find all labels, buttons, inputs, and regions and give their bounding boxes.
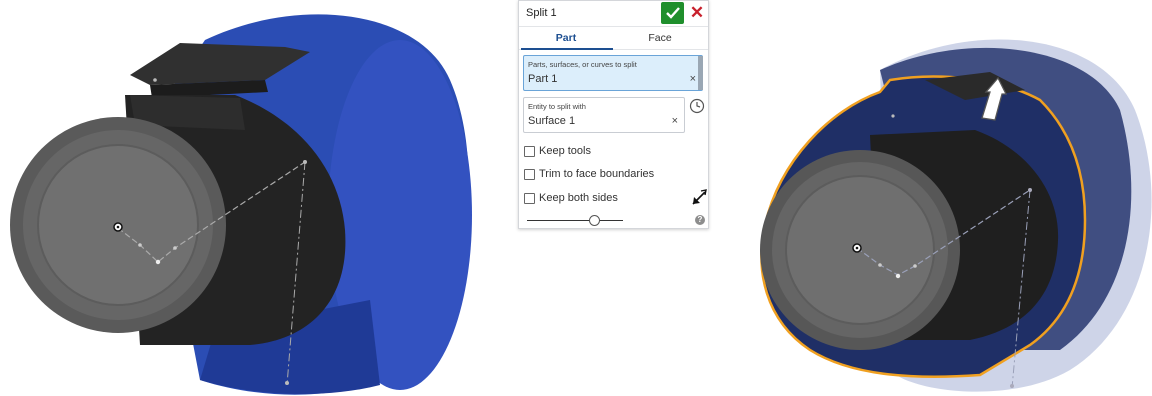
entity-to-split-with-label: Entity to split with	[528, 102, 586, 111]
keep-both-sides-checkbox[interactable]: Keep both sides	[524, 191, 618, 205]
split-feature-dialog: Split 1 ✕ Part Face Parts, surfaces, or …	[518, 0, 709, 229]
tab-part[interactable]: Part	[519, 32, 613, 44]
keep-tools-label: Keep tools	[539, 145, 591, 157]
active-tab-indicator	[521, 48, 613, 50]
parts-to-split-label: Parts, surfaces, or curves to split	[528, 60, 637, 69]
checkbox-box[interactable]	[524, 168, 535, 180]
trim-to-face-boundaries-label: Trim to face boundaries	[539, 168, 655, 180]
checkmark-icon	[665, 7, 680, 19]
keep-tools-checkbox[interactable]: Keep tools	[524, 144, 591, 158]
keep-both-sides-label: Keep both sides	[539, 192, 618, 204]
cancel-button[interactable]: ✕	[687, 2, 707, 24]
model-before-split	[10, 14, 472, 395]
parts-to-split-value: Part 1	[528, 73, 558, 85]
checkbox-box[interactable]	[524, 192, 535, 204]
accept-button[interactable]	[661, 2, 684, 24]
viewport-before-split[interactable]	[0, 0, 500, 396]
tab-face[interactable]: Face	[613, 32, 707, 44]
clear-entity-button[interactable]: ×	[672, 115, 678, 127]
parts-to-split-field[interactable]: Parts, surfaces, or curves to split Part…	[523, 55, 703, 91]
history-icon[interactable]	[689, 98, 705, 114]
model-after-split	[760, 39, 1152, 392]
flip-direction-icon[interactable]	[690, 188, 708, 206]
checkbox-box[interactable]	[524, 145, 535, 157]
close-icon: ✕	[689, 3, 705, 22]
field-scrollbar[interactable]	[698, 56, 703, 90]
trim-to-face-boundaries-checkbox[interactable]: Trim to face boundaries	[524, 167, 654, 181]
entity-to-split-with-value: Surface 1	[528, 115, 576, 127]
preview-slider-track[interactable]	[527, 220, 623, 221]
viewport-after-split[interactable]	[740, 0, 1152, 396]
entity-to-split-with-field[interactable]: Entity to split with Surface 1 ×	[523, 97, 685, 133]
dialog-title: Split 1	[526, 7, 557, 19]
help-icon[interactable]: ?	[695, 215, 705, 225]
preview-slider-thumb[interactable]	[589, 215, 600, 226]
dialog-header: Split 1 ✕	[519, 1, 708, 27]
dialog-tabs: Part Face	[519, 27, 708, 50]
clear-parts-button[interactable]: ×	[690, 73, 696, 85]
